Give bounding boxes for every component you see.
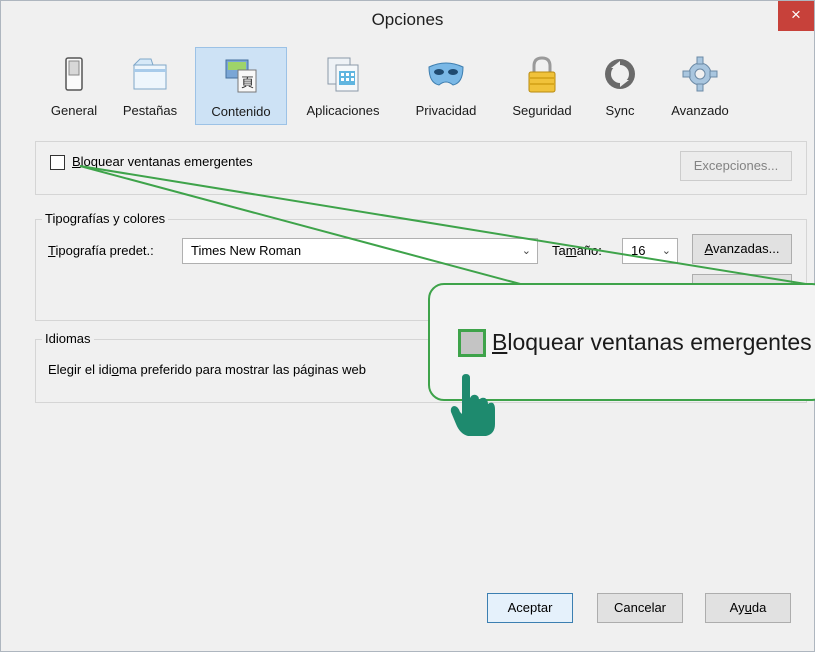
languages-group-title: Idiomas: [42, 331, 94, 346]
tab-aplicaciones[interactable]: Aplicaciones: [295, 47, 391, 125]
options-toolbar: General Pestañas 頁 Contenido Aplicacione…: [1, 41, 814, 127]
popups-group: Bloquear ventanas emergentes Excepciones…: [35, 141, 807, 195]
font-size-label: Tamaño:: [552, 243, 602, 258]
chevron-down-icon: ⌄: [661, 245, 671, 257]
block-popups-label[interactable]: Bloquear ventanas emergentes: [72, 154, 253, 169]
hand-pointer-icon: [448, 372, 496, 438]
block-popups-checkbox[interactable]: [50, 155, 65, 170]
zoom-checkbox-highlight: [458, 329, 486, 357]
zoom-label: Bloquear ventanas emergentes: [492, 329, 812, 355]
privacy-mask-icon: [427, 55, 465, 95]
tab-sync[interactable]: Sync: [597, 47, 643, 125]
svg-text:頁: 頁: [241, 76, 254, 91]
tab-sync-label: Sync: [605, 103, 635, 118]
default-font-label: Tipografía predet.:: [48, 243, 154, 258]
close-button[interactable]: ×: [778, 1, 814, 31]
tab-seguridad-label: Seguridad: [512, 103, 572, 118]
tab-contenido-label: Contenido: [211, 104, 271, 119]
sync-icon: [601, 55, 639, 95]
security-lock-icon: [523, 55, 561, 95]
font-size-select[interactable]: 16 ⌄: [622, 238, 678, 264]
tab-privacidad[interactable]: Privacidad: [405, 47, 487, 125]
default-font-select[interactable]: Times New Roman ⌄: [182, 238, 538, 264]
cancel-button[interactable]: Cancelar: [597, 593, 683, 623]
tab-seguridad[interactable]: Seguridad: [501, 47, 583, 125]
general-switch-icon: [55, 55, 93, 95]
tab-aplicaciones-label: Aplicaciones: [306, 103, 380, 118]
advanced-fonts-button[interactable]: Avanzadas...: [692, 234, 792, 264]
fonts-group-title: Tipografías y colores: [42, 211, 169, 226]
tab-pestanas[interactable]: Pestañas: [117, 47, 183, 125]
tabs-icon: [131, 55, 169, 95]
applications-icon: [324, 55, 362, 95]
tab-general[interactable]: General: [41, 47, 107, 125]
tab-avanzado-label: Avanzado: [671, 103, 729, 118]
title-bar[interactable]: Opciones ×: [1, 1, 814, 41]
tab-contenido[interactable]: 頁 Contenido: [195, 47, 287, 125]
chevron-down-icon: ⌄: [521, 245, 531, 257]
tab-privacidad-label: Privacidad: [415, 103, 477, 118]
tab-pestanas-label: Pestañas: [122, 103, 178, 118]
close-icon[interactable]: ×: [791, 5, 801, 24]
accept-button[interactable]: Aceptar: [487, 593, 573, 623]
dialog-title: Opciones: [371, 10, 444, 29]
tab-avanzado[interactable]: Avanzado: [663, 47, 737, 125]
exceptions-button[interactable]: Excepciones...: [680, 151, 792, 181]
tab-general-label: General: [50, 103, 98, 118]
content-icon: 頁: [222, 56, 260, 96]
advanced-gear-icon: [681, 55, 719, 95]
languages-description: Elegir el idioma preferido para mostrar …: [48, 362, 366, 377]
help-button[interactable]: Ayuda: [705, 593, 791, 623]
